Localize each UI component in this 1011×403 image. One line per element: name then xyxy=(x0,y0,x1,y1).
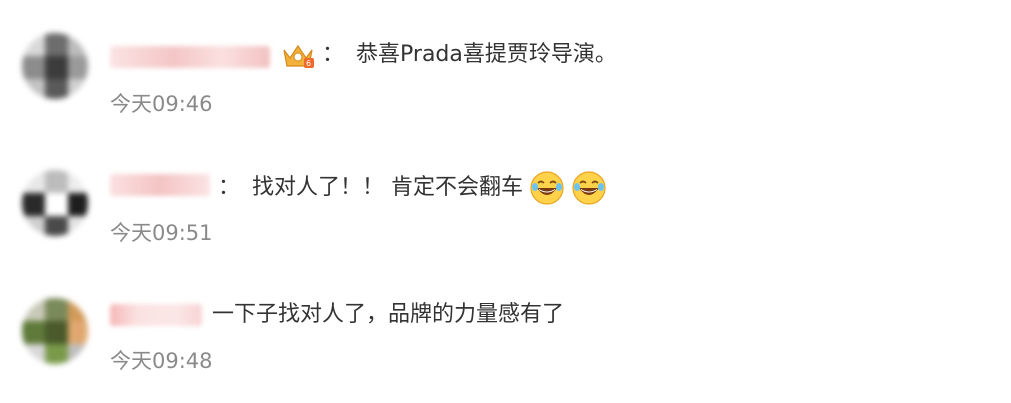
avatar[interactable] xyxy=(22,298,88,364)
comment-line: ： 找对人了！！ 肯定不会翻车 xyxy=(212,170,607,206)
separator: ： xyxy=(218,175,241,200)
laughing-tears-icon xyxy=(529,170,565,206)
comment-item: 一下子找对人了，品牌的力量感有了 今天09:48 xyxy=(0,0,1011,373)
comment-text: 找对人了！！ 肯定不会翻车 xyxy=(252,175,524,200)
username-redacted[interactable] xyxy=(110,304,202,326)
username-redacted[interactable] xyxy=(110,174,210,196)
avatar[interactable] xyxy=(22,170,88,236)
comment-time[interactable]: 今天09:51 xyxy=(110,217,213,247)
laughing-tears-icon xyxy=(571,170,607,206)
comment-line: 一下子找对人了，品牌的力量感有了 xyxy=(212,300,564,330)
comment-time[interactable]: 今天09:48 xyxy=(110,345,213,375)
comment-text: 一下子找对人了，品牌的力量感有了 xyxy=(212,302,565,327)
